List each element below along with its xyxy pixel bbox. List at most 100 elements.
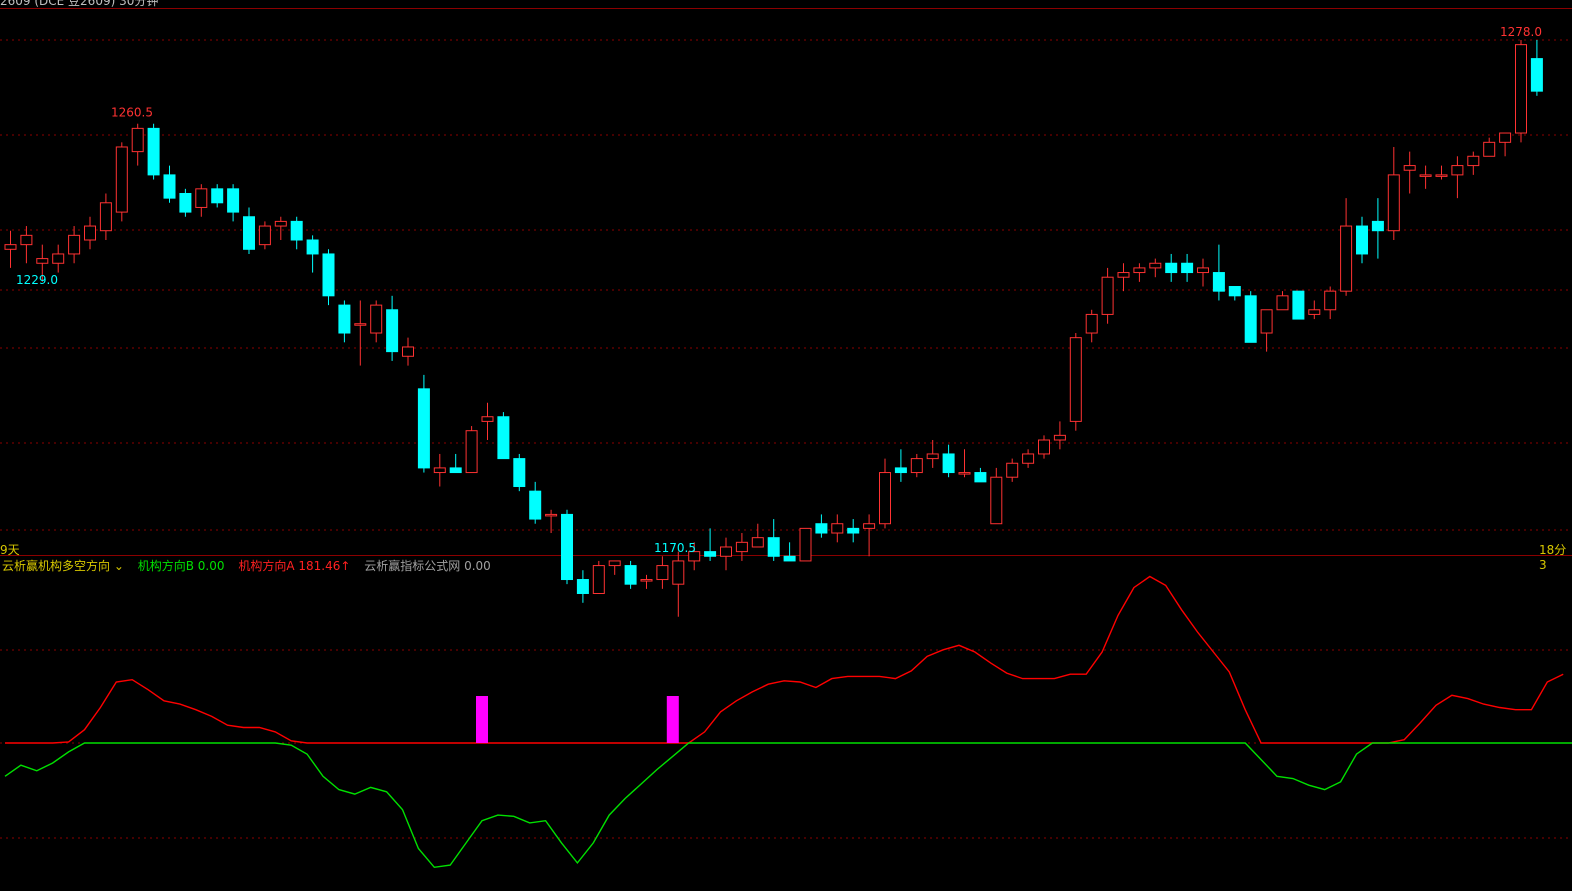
local-high-label: 1260.5 <box>111 105 153 119</box>
candle-body <box>847 527 860 534</box>
candle-body <box>592 565 605 594</box>
candle-body <box>1260 309 1273 334</box>
candle-body <box>1149 262 1162 269</box>
candle-body <box>513 458 526 488</box>
candle-body <box>926 453 939 460</box>
candle-body <box>1228 286 1241 297</box>
candle-body <box>767 537 780 557</box>
candle-body <box>115 146 128 213</box>
candle-body <box>608 560 621 567</box>
candle-body <box>322 253 335 297</box>
candle-body <box>274 220 287 227</box>
candle-body <box>36 258 49 264</box>
candle-body <box>354 323 367 326</box>
series-b-legend: 机构方向B 0.00 <box>137 559 225 573</box>
candle-body <box>4 244 17 250</box>
candle-body <box>529 490 542 520</box>
candle-body <box>147 127 160 176</box>
candle-body <box>1356 225 1368 255</box>
candle-body <box>1117 272 1130 278</box>
indicator-legend: 云析赢机构多空方向 ⌄ 机构方向B 0.00 机构方向A 181.46↑ 云析赢… <box>2 557 501 574</box>
candle-body <box>545 513 558 517</box>
candle-body <box>863 523 876 529</box>
candle-body <box>958 472 971 475</box>
candle-body <box>211 188 224 204</box>
candle-body <box>910 458 923 474</box>
candle-body <box>1340 225 1353 292</box>
candle-body <box>131 127 144 153</box>
candle-body <box>84 225 96 241</box>
series-c-legend: 云析赢指标公式网 0.00 <box>364 559 491 573</box>
line-series-b <box>4 742 1572 869</box>
line-series-a <box>5 575 1564 744</box>
candle-body <box>1483 141 1496 157</box>
candle-body <box>942 453 955 474</box>
candle-body <box>20 234 33 246</box>
candle-body <box>720 546 732 557</box>
candle-body <box>68 234 81 255</box>
footer-right-label: 18分3 <box>1539 543 1567 572</box>
candle-body <box>481 416 494 422</box>
candle-body <box>879 472 891 525</box>
candle-body <box>1371 220 1384 232</box>
candle-body <box>672 560 685 585</box>
signal-bar <box>666 696 679 743</box>
candle-body <box>1006 462 1019 478</box>
candle-body <box>1212 272 1225 292</box>
candle-body <box>52 253 65 264</box>
price-chart: 1278.0 1260.5 1229.0 1170.5 <box>0 25 1572 869</box>
low-price-label: 1170.5 <box>654 541 696 555</box>
candle-body <box>306 239 319 255</box>
candle-body <box>465 430 478 474</box>
candle-body <box>227 188 240 213</box>
candle-body <box>402 346 414 357</box>
candle-body <box>751 537 764 548</box>
candle-body <box>1276 295 1289 311</box>
footer-left-label: 9天 <box>0 543 20 557</box>
candle-body <box>783 555 796 562</box>
candle-body <box>831 523 844 534</box>
series-a-legend: 机构方向A 181.46↑ <box>238 559 351 573</box>
candle-body <box>243 216 255 250</box>
candle-body <box>417 388 430 469</box>
candle-body <box>1451 165 1464 176</box>
candle-body <box>799 527 812 562</box>
candle-body <box>704 551 717 557</box>
candle-body <box>1244 295 1257 343</box>
candle-body <box>1022 453 1035 464</box>
candle-body <box>990 476 1003 525</box>
candle-body <box>1403 165 1416 171</box>
candle-body <box>370 304 383 334</box>
candle-body <box>1419 174 1432 177</box>
candle-body <box>1499 132 1512 143</box>
candle-body <box>1038 439 1050 455</box>
candle-body <box>1292 290 1305 320</box>
signal-bar <box>476 696 488 743</box>
local-low-label: 1229.0 <box>16 273 58 287</box>
candle-body <box>338 304 351 334</box>
candle-body <box>179 192 192 213</box>
candle-body <box>1165 262 1178 274</box>
indicator-name[interactable]: 云析赢机构多空方向 ⌄ <box>2 559 124 573</box>
candle-body <box>1530 58 1543 92</box>
candle-body <box>1181 262 1194 274</box>
candle-body <box>1053 434 1066 441</box>
candle-body <box>624 565 637 585</box>
candle-body <box>1324 290 1337 311</box>
candle-body <box>1308 309 1321 315</box>
candle-body <box>433 467 446 474</box>
candle-body <box>561 513 573 581</box>
high-price-label: 1278.0 <box>1500 25 1542 39</box>
candle-body <box>497 416 510 460</box>
candle-body <box>656 565 669 581</box>
candle-body <box>1085 313 1098 334</box>
candle-body <box>290 220 303 241</box>
candle-body <box>974 472 987 483</box>
candle-body <box>258 225 271 246</box>
candle-body <box>815 523 828 534</box>
candle-body <box>1515 44 1527 134</box>
candle-body <box>99 202 112 232</box>
candle-body <box>449 467 462 474</box>
candle-body <box>1133 267 1146 274</box>
candle-body <box>1101 276 1114 315</box>
